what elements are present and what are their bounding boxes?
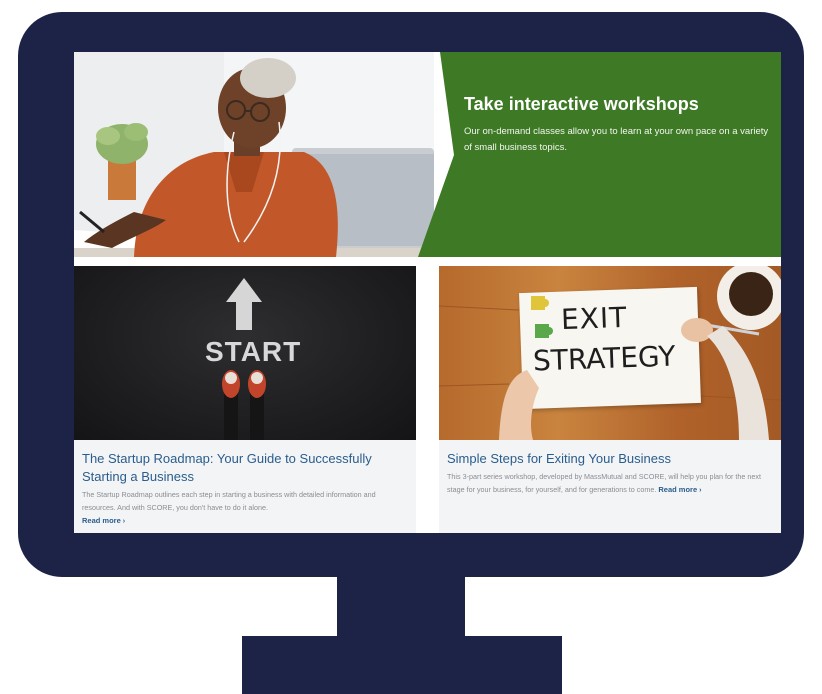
card-startup-roadmap[interactable]: START The Startup Roadmap: Your Guide to… [74, 266, 416, 533]
card-description: This 3-part series workshop, developed b… [447, 470, 772, 497]
exit-word: EXIT [560, 300, 628, 337]
read-more-link[interactable]: Read more › [82, 516, 125, 525]
woman-studying-illustration [74, 52, 434, 257]
read-more-label: Read more [82, 516, 121, 525]
card-title[interactable]: Simple Steps for Exiting Your Business [447, 450, 769, 468]
card-description: The Startup Roadmap outlines each step i… [82, 490, 376, 512]
exit-strategy-image: EXIT STRATEGY [439, 266, 781, 440]
card-exit-strategy[interactable]: EXIT STRATEGY Simple Steps for Exiting Y… [439, 266, 781, 533]
strategy-word: STRATEGY [532, 339, 676, 378]
chevron-right-icon: › [122, 518, 126, 525]
hero-photo [74, 52, 434, 257]
card-title[interactable]: The Startup Roadmap: Your Guide to Succe… [82, 450, 404, 486]
card-description-text: This 3-part series workshop, developed b… [447, 472, 762, 494]
monitor-screen: Take interactive workshops Our on-demand… [74, 52, 781, 533]
start-word: START [205, 336, 302, 367]
monitor-stand-base [242, 636, 562, 694]
chevron-right-icon: › [699, 487, 702, 494]
start-image: START [74, 266, 416, 440]
card-body: Simple Steps for Exiting Your Business T… [439, 440, 781, 533]
hero-banner[interactable]: Take interactive workshops Our on-demand… [74, 52, 781, 257]
hero-description: Our on-demand classes allow you to learn… [464, 126, 769, 153]
read-more-label: Read more [658, 485, 698, 494]
arrow-up-icon [226, 278, 262, 330]
read-more-link[interactable]: Read more › [658, 485, 701, 494]
card-body: The Startup Roadmap: Your Guide to Succe… [74, 440, 416, 533]
monitor-stand-neck [337, 570, 465, 642]
hero-title[interactable]: Take interactive workshops [464, 94, 699, 115]
